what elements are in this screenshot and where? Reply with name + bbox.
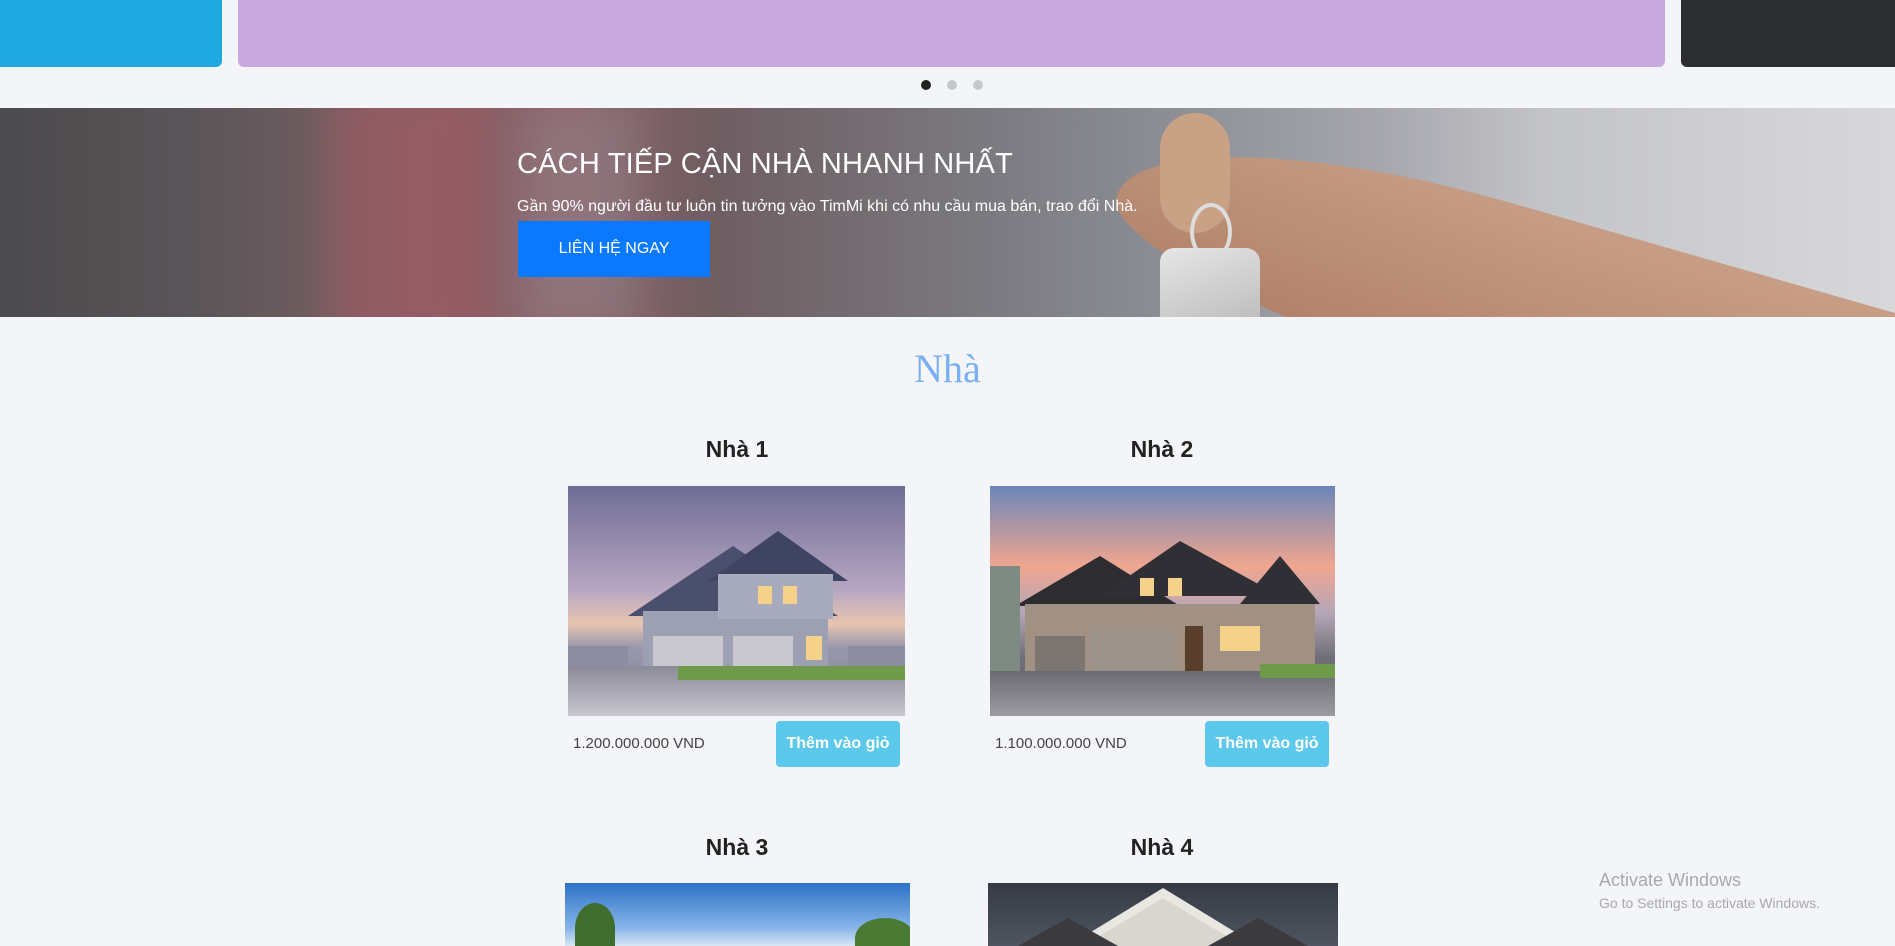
product-title: Nhà 4 (1130, 834, 1194, 860)
hero-banner: CÁCH TIẾP CẬN NHÀ NHANH NHẤT Gần 90% ngư… (0, 108, 1895, 317)
key-icon (1160, 248, 1260, 317)
product-title: Nhà 1 (705, 436, 769, 462)
carousel-dot-2[interactable] (947, 80, 957, 90)
product-title: Nhà 3 (705, 834, 769, 860)
product-image[interactable] (988, 883, 1338, 946)
photo-lawn (678, 666, 905, 680)
carousel-dot-1[interactable] (921, 80, 931, 90)
carousel-indicators (0, 80, 1895, 90)
tree-shape (575, 903, 615, 946)
banner-title: CÁCH TIẾP CẬN NHÀ NHANH NHẤT (517, 148, 1013, 180)
banner-background-blur (330, 108, 490, 317)
product-image[interactable] (568, 486, 905, 716)
banner-subtitle: Gần 90% người đầu tư luôn tin tưởng vào … (517, 198, 1138, 215)
product-price: 1.100.000.000 VND (995, 735, 1127, 752)
add-to-cart-button[interactable]: Thêm vào giỏ (776, 721, 900, 767)
photo-lawn (1260, 664, 1335, 678)
carousel-slide-next[interactable] (1681, 0, 1895, 67)
product-price: 1.200.000.000 VND (573, 735, 705, 752)
product-title: Nhà 2 (1130, 436, 1194, 462)
image-carousel[interactable] (0, 0, 1895, 100)
section-title: Nhà (914, 346, 981, 391)
product-image[interactable] (990, 486, 1335, 716)
carousel-slide-prev[interactable] (0, 0, 222, 67)
activate-windows-title: Activate Windows (1599, 870, 1742, 890)
house-illustration (1018, 888, 1308, 946)
product-image[interactable] (565, 883, 910, 946)
contact-now-button[interactable]: LIÊN HỆ NGAY (518, 221, 710, 277)
activate-windows-subtitle: Go to Settings to activate Windows. (1599, 895, 1820, 911)
carousel-dot-3[interactable] (973, 80, 983, 90)
carousel-slide-current[interactable] (238, 0, 1665, 67)
add-to-cart-button[interactable]: Thêm vào giỏ (1205, 721, 1329, 767)
